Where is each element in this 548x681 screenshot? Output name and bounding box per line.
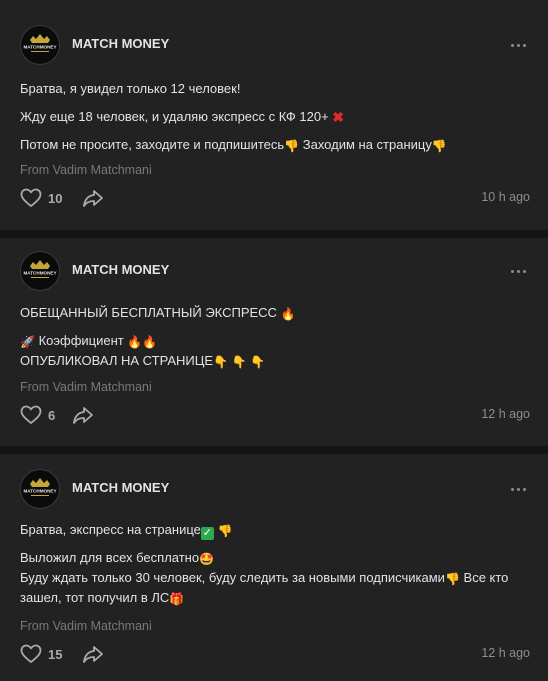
post-text: Братва, экспресс на странице ✓ 👎 Выложил …: [20, 520, 535, 608]
match-money-logo: MATCHMONEY: [23, 478, 57, 496]
match-money-logo: MATCHMONEY: [23, 34, 57, 52]
more-options-icon[interactable]: [506, 477, 530, 501]
cross-mark-emoji: ✖: [332, 109, 345, 125]
heart-icon: [20, 405, 42, 424]
author-name[interactable]: MATCH MONEY: [72, 480, 169, 495]
post-actions: 15 12 h ago: [20, 642, 530, 666]
heart-icon: [20, 188, 42, 207]
point-down-emoji: 👎: [284, 139, 300, 153]
post-line: Братва, я увидел только 12 человек!: [20, 81, 241, 96]
gift-emoji: 🎁: [169, 592, 185, 606]
fire-emoji: 🔥: [127, 335, 143, 349]
share-arrow-icon[interactable]: [82, 644, 104, 664]
post-header: MATCHMONEY MATCH MONEY: [20, 25, 530, 65]
fire-emoji: 🔥: [280, 307, 296, 321]
point-down-emoji: 👎: [431, 139, 447, 153]
svg-text:MATCHMONEY: MATCHMONEY: [23, 271, 56, 276]
more-options-icon[interactable]: [506, 33, 530, 57]
avatar[interactable]: MATCHMONEY: [20, 469, 60, 509]
like-count: 15: [48, 646, 63, 662]
post-header: MATCHMONEY MATCH MONEY: [20, 469, 530, 509]
author-name[interactable]: MATCH MONEY: [72, 262, 169, 277]
author-name[interactable]: MATCH MONEY: [72, 36, 169, 51]
post-time[interactable]: 10 h ago: [481, 190, 530, 204]
post-header: MATCHMONEY MATCH MONEY: [20, 251, 530, 291]
post-line: Буду ждать только 30 человек, буду следи…: [20, 570, 445, 585]
svg-text:MATCHMONEY: MATCHMONEY: [23, 45, 56, 50]
post-text: ОБЕЩАННЫЙ БЕСПЛАТНЫЙ ЭКСПРЕСС 🔥 🚀 Коэффи…: [20, 303, 535, 371]
post-actions: 10 10 h ago: [20, 186, 530, 210]
post-line: Заходим на страницу: [302, 137, 432, 152]
from-author[interactable]: From Vadim Matchmani: [20, 619, 152, 633]
svg-text:MATCHMONEY: MATCHMONEY: [23, 489, 56, 494]
like-count: 10: [48, 190, 63, 206]
rocket-emoji: 🚀: [20, 335, 35, 349]
fire-emoji: 🔥: [142, 335, 158, 349]
post-line: ОБЕЩАННЫЙ БЕСПЛАТНЫЙ ЭКСПРЕСС: [20, 305, 277, 320]
post: MATCHMONEY MATCH MONEY Братва, я увидел …: [0, 0, 548, 230]
post-line: Жду еще 18 человек, и удаляю экспресс с …: [20, 109, 329, 124]
star-struck-emoji: 🤩: [199, 552, 215, 566]
post: MATCHMONEY MATCH MONEY ОБЕЩАННЫЙ БЕСПЛАТ…: [0, 238, 548, 446]
check-mark-emoji: ✓: [200, 527, 214, 540]
post-actions: 6 12 h ago: [20, 403, 530, 427]
post-time[interactable]: 12 h ago: [481, 646, 530, 660]
point-down-emoji: 👎: [217, 524, 233, 538]
point-down-emoji: 👇: [231, 355, 247, 369]
like-count: 6: [48, 407, 56, 423]
avatar[interactable]: MATCHMONEY: [20, 251, 60, 291]
like-button[interactable]: 15: [20, 642, 62, 666]
share-arrow-icon[interactable]: [82, 188, 104, 208]
more-options-icon[interactable]: [506, 259, 530, 283]
point-down-emoji: 👇: [250, 355, 266, 369]
point-down-emoji: 👇: [213, 355, 229, 369]
post-text: Братва, я увидел только 12 человек! Жду …: [20, 79, 535, 155]
post-line: Выложил для всех бесплатно: [20, 550, 200, 565]
point-down-emoji: 👎: [444, 572, 460, 586]
heart-icon: [20, 644, 42, 663]
match-money-logo: MATCHMONEY: [23, 260, 57, 278]
share-arrow-icon[interactable]: [72, 405, 94, 425]
from-author[interactable]: From Vadim Matchmani: [20, 163, 152, 177]
like-button[interactable]: 6: [20, 403, 55, 427]
avatar[interactable]: MATCHMONEY: [20, 25, 60, 65]
post-time[interactable]: 12 h ago: [481, 407, 530, 421]
from-author[interactable]: From Vadim Matchmani: [20, 380, 152, 394]
post-line: ОПУБЛИКОВАЛ НА СТРАНИЦЕ: [20, 353, 214, 368]
post-line: Коэффициент: [38, 333, 124, 348]
post-line: Потом не просите, заходите и подпишитесь: [20, 137, 285, 152]
post: MATCHMONEY MATCH MONEY Братва, экспресс …: [0, 454, 548, 681]
post-line: Братва, экспресс на странице: [20, 522, 201, 537]
like-button[interactable]: 10: [20, 186, 62, 210]
